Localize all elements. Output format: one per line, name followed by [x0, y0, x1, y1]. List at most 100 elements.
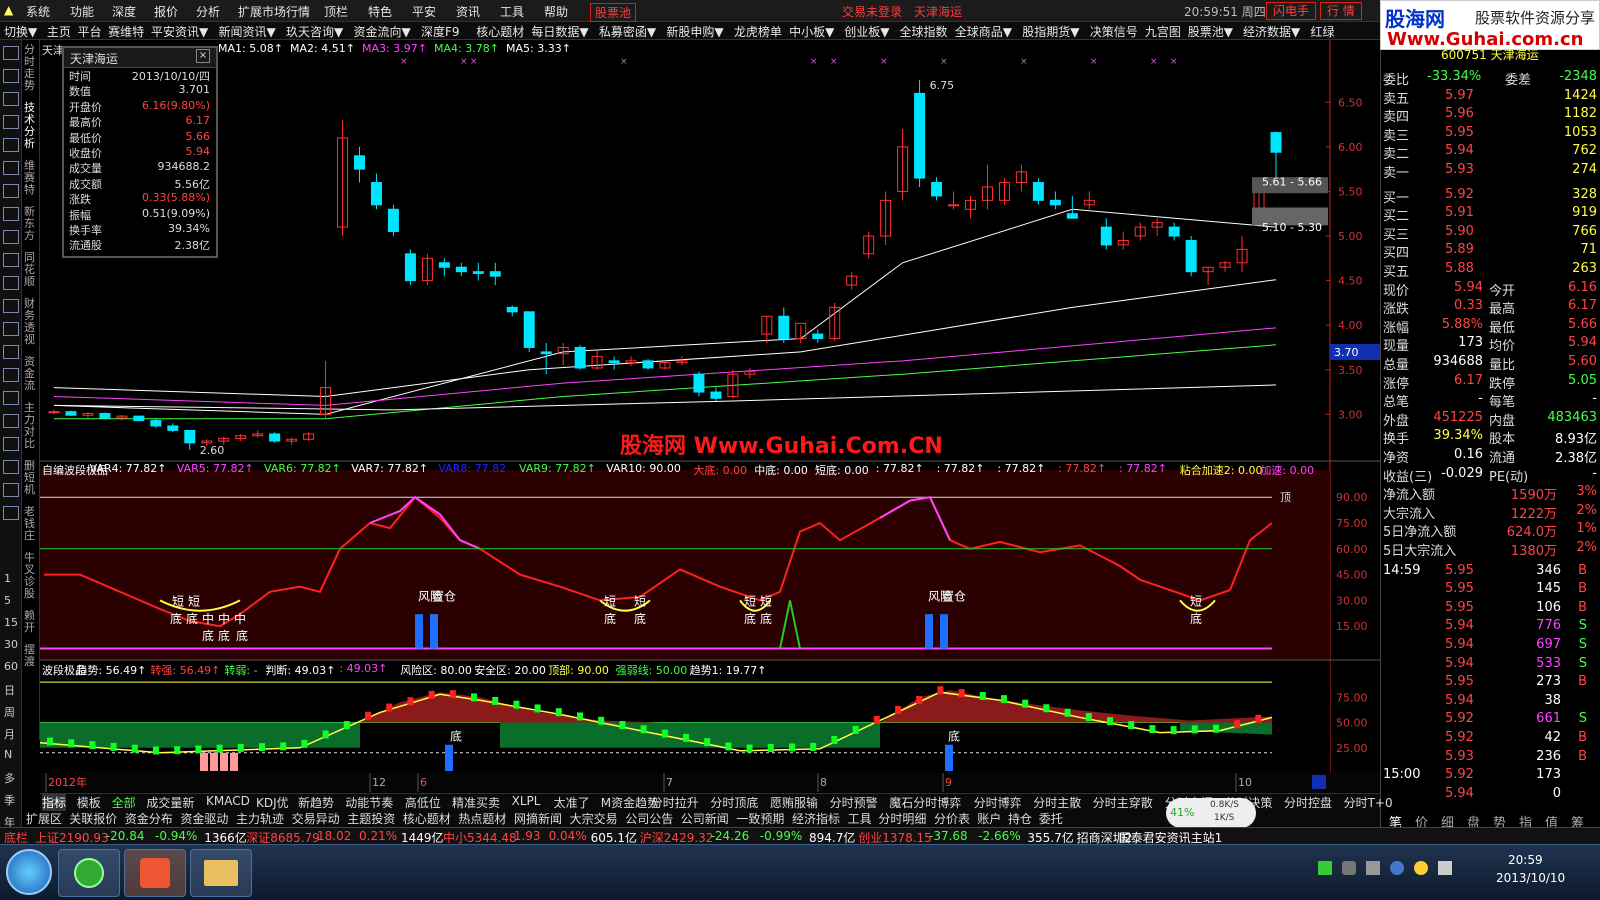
bottom-tab-2[interactable]: 一致预期 — [736, 810, 784, 827]
app-icon[interactable]: ▲ — [4, 3, 13, 17]
flow-row[interactable]: 5日大宗流入 1380万 2% — [1381, 539, 1600, 559]
line-icon[interactable] — [3, 161, 19, 175]
bottom-tab[interactable]: 新趋势 — [298, 794, 334, 811]
tick-row[interactable]: 5.95 106 B — [1381, 599, 1600, 618]
quote-button[interactable]: 行 情 — [1320, 2, 1362, 20]
menu-item-help[interactable]: 帮助 — [544, 3, 568, 20]
bottom-tab[interactable]: KMACD — [206, 794, 250, 808]
menu-item-news[interactable]: 资讯 — [456, 3, 480, 20]
tick-row[interactable]: 5.93 236 B — [1381, 748, 1600, 767]
bottom-tab-2[interactable]: 工具 — [848, 810, 872, 827]
toolbar-item[interactable]: 全球指数 — [900, 23, 948, 39]
dollar-icon[interactable] — [3, 414, 19, 428]
bid-row[interactable]: 买一 5.92 328 — [1381, 186, 1600, 206]
pen-icon[interactable] — [3, 460, 19, 474]
bid-row[interactable]: 买二 5.91 919 — [1381, 204, 1600, 224]
stat-row[interactable]: 涨幅 5.88% 最低 5.66 — [1381, 316, 1600, 336]
bottom-tab-2[interactable]: 资金驱动 — [180, 810, 228, 827]
vtab-8[interactable]: 删短机 — [24, 460, 38, 502]
bottom-tab[interactable]: 指标 — [42, 794, 67, 811]
toolbar-item[interactable]: 每日数据▼ — [531, 23, 588, 39]
tick-row[interactable]: 15:00 5.92 173 — [1381, 766, 1600, 785]
circle-icon[interactable] — [3, 345, 19, 359]
bid-row[interactable]: 买五 5.88 263 — [1381, 260, 1600, 280]
tick-row[interactable]: 5.92 42 B — [1381, 729, 1600, 748]
menu-item-quote[interactable]: 报价 — [154, 3, 178, 20]
bid-row[interactable]: 买四 5.89 71 — [1381, 241, 1600, 261]
calendar-icon[interactable] — [3, 276, 19, 290]
info-box[interactable]: 天津海运 × 时间 2013/10/10/四 数值 3.701 开盘价 6.16(9.80… — [62, 46, 218, 258]
toolbar-item[interactable]: 切换▼ — [4, 23, 37, 39]
weibi-row[interactable]: 委比 -33.34% 委差 -2348 — [1381, 68, 1600, 88]
bottom-tab-2[interactable]: 分价表 — [934, 810, 970, 827]
wave-icon[interactable] — [3, 368, 19, 382]
chart-icon[interactable] — [3, 253, 19, 267]
f10b-icon[interactable] — [3, 322, 19, 336]
toolbar-item[interactable]: 新股申购▼ — [666, 23, 723, 39]
stat-row[interactable]: 收益(三) -0.029 PE(动) - — [1381, 465, 1600, 485]
toolbar-item[interactable]: 红绿 — [1311, 23, 1335, 39]
bottom-tab[interactable]: 分时主散 — [1033, 794, 1081, 811]
vtab-3[interactable]: 新东方 — [24, 206, 38, 248]
tick-row[interactable]: 5.94 697 S — [1381, 636, 1600, 655]
period-2[interactable]: 15 — [4, 616, 18, 629]
flow-row[interactable]: 净流入额 1590万 3% — [1381, 483, 1600, 503]
stat-row[interactable]: 涨停 6.17 跌停 5.05 — [1381, 372, 1600, 392]
stock-pool-button[interactable]: 股票池 — [590, 3, 637, 22]
toolbar-item[interactable]: 赛维特 — [108, 23, 144, 39]
bottom-tab[interactable]: 分时博弈 — [974, 794, 1022, 811]
menu-item-extended-market[interactable]: 扩展市场行情 — [238, 3, 310, 20]
menu-item-tools[interactable]: 工具 — [500, 3, 524, 20]
toolbar-item[interactable]: 玖天咨询▼ — [286, 23, 343, 39]
bottom-tab-2[interactable]: 交易异动 — [292, 810, 340, 827]
taskbar-folder-icon[interactable] — [190, 849, 252, 897]
bottom-tab[interactable]: 全部 — [112, 794, 136, 811]
toolbar-item[interactable]: 决策信号 — [1090, 23, 1138, 39]
stat-row[interactable]: 现价 5.94 今开 6.16 — [1381, 279, 1600, 299]
bottom-tab-2[interactable]: 公司新闻 — [681, 810, 729, 827]
stat-row[interactable]: 外盘 451225 内盘 483463 — [1381, 409, 1600, 429]
lock-icon[interactable] — [3, 46, 19, 60]
stat-row[interactable]: 换手 39.34% 股本 8.93亿 — [1381, 427, 1600, 447]
toolbar-item[interactable]: 新闻资讯▼ — [219, 23, 276, 39]
toolbar-item[interactable]: 股指期货▼ — [1022, 23, 1079, 39]
stat-row[interactable]: 总量 934688 量比 5.60 — [1381, 353, 1600, 373]
period-0[interactable]: 1 — [4, 572, 11, 585]
taskbar-browser-icon[interactable] — [58, 849, 120, 897]
tray-network-icon[interactable] — [1390, 861, 1404, 875]
close-icon[interactable]: × — [196, 49, 210, 63]
flow-row[interactable]: 5日净流入额 624.0万 1% — [1381, 520, 1600, 540]
period-9[interactable]: 多 — [4, 770, 15, 786]
ask-row[interactable]: 卖一 5.93 274 — [1381, 161, 1600, 181]
bottom-tab-2[interactable]: 主题投资 — [347, 810, 395, 827]
toolbar-item[interactable]: 中小板▼ — [789, 23, 834, 39]
vtab-5[interactable]: 财务透视 — [24, 298, 38, 352]
bid-row[interactable]: 买三 5.90 766 — [1381, 223, 1600, 243]
arrow-down-icon[interactable] — [3, 92, 19, 106]
menu-item-depth[interactable]: 深度 — [112, 3, 136, 20]
period-6[interactable]: 周 — [4, 704, 15, 720]
bottom-tab-2[interactable]: 核心题材 — [403, 810, 451, 827]
toolbar-item[interactable]: 主页 — [47, 23, 71, 39]
vtab-0[interactable]: 分时走势 — [24, 44, 38, 98]
bottom-tab[interactable]: XLPL — [512, 794, 541, 808]
arrow-up-icon[interactable] — [3, 69, 19, 83]
period-7[interactable]: 月 — [4, 726, 15, 742]
toolbar-item[interactable]: 深度F9 — [421, 23, 460, 39]
f5-icon[interactable] — [3, 483, 19, 497]
menu-item-system[interactable]: 系统 — [26, 3, 50, 20]
rsi-icon[interactable] — [3, 391, 19, 405]
toolbar-item[interactable]: 创业板▼ — [844, 23, 889, 39]
toolbar-item[interactable]: 股票池▼ — [1188, 23, 1233, 39]
tray-plus-icon[interactable] — [1414, 861, 1428, 875]
tick-row[interactable]: 5.94 38 — [1381, 692, 1600, 711]
bottom-tab-2[interactable]: 关联报价 — [69, 810, 117, 827]
menu-item-pingan[interactable]: 平安 — [412, 3, 436, 20]
ask-row[interactable]: 卖五 5.97 1424 — [1381, 87, 1600, 107]
tray-flag-icon[interactable] — [1438, 861, 1452, 875]
bottom-tab[interactable]: 动能节奏 — [345, 794, 393, 811]
bottom-tab[interactable]: 分时拉升 — [651, 794, 699, 811]
bottom-tab-2[interactable]: 热点题材 — [458, 810, 506, 827]
menu-item-topbar[interactable]: 顶栏 — [324, 3, 348, 20]
toolbar-item[interactable]: 核心题材 — [476, 23, 524, 39]
